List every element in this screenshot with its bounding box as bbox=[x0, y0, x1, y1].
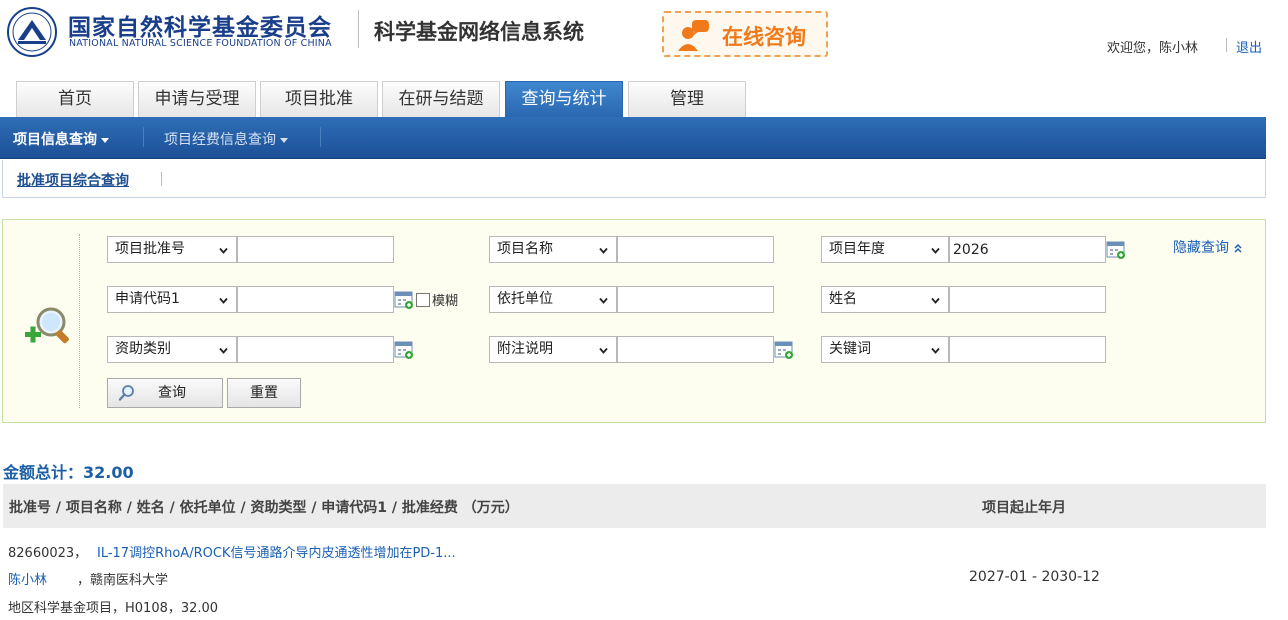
fuzzy-checkbox[interactable] bbox=[416, 293, 430, 307]
select-value: 附注说明 bbox=[497, 341, 553, 357]
chevron-down-icon bbox=[931, 247, 940, 254]
header: 国家自然科学基金委员会 NATIONAL NATURAL SCIENCE FOU… bbox=[0, 0, 1288, 80]
apply-code-input[interactable] bbox=[237, 286, 394, 313]
notes-input[interactable] bbox=[617, 336, 774, 363]
organization: ，赣南医科大学 bbox=[77, 573, 169, 588]
subnav-project-info-query[interactable]: 项目信息查询 bbox=[13, 129, 109, 149]
tab-application[interactable]: 申请与受理 bbox=[138, 81, 256, 117]
caret-down-icon bbox=[101, 137, 109, 143]
select-value: 项目批准号 bbox=[115, 241, 185, 257]
panel-divider bbox=[79, 234, 80, 408]
chevron-down-icon bbox=[219, 247, 228, 254]
chevron-down-icon bbox=[219, 347, 228, 354]
project-name-input[interactable] bbox=[617, 236, 774, 263]
header-separator bbox=[1226, 38, 1227, 52]
query-label: 查询 bbox=[158, 385, 186, 401]
field-select-keyword[interactable]: 关键词 bbox=[821, 336, 949, 363]
chevron-down-icon bbox=[931, 297, 940, 304]
chevron-down-icon bbox=[219, 297, 228, 304]
fuzzy-label: 模糊 bbox=[432, 294, 459, 309]
header-divider bbox=[358, 10, 359, 48]
person-link[interactable]: 陈小林 bbox=[8, 569, 47, 588]
breadcrumb-separator bbox=[161, 172, 162, 186]
select-value: 关键词 bbox=[829, 341, 871, 357]
reset-button[interactable]: 重置 bbox=[227, 378, 301, 408]
tab-approval[interactable]: 项目批准 bbox=[260, 81, 378, 117]
tab-home[interactable]: 首页 bbox=[16, 81, 134, 117]
org-input[interactable] bbox=[617, 286, 774, 313]
table-row: 82660023， IL-17调控RhoA/ROCK信号通路介导内皮通透性增加在… bbox=[3, 530, 1266, 620]
query-button[interactable]: 查询 bbox=[107, 378, 223, 408]
keyword-input[interactable] bbox=[949, 336, 1106, 363]
breadcrumb-approved-query[interactable]: 批准项目综合查询 bbox=[17, 170, 129, 190]
name-input[interactable] bbox=[949, 286, 1106, 313]
project-title-link[interactable]: IL-17调控RhoA/ROCK信号通路介导内皮通透性增加在PD-1... bbox=[97, 542, 456, 561]
field-select-name[interactable]: 姓名 bbox=[821, 286, 949, 313]
select-value: 姓名 bbox=[829, 291, 857, 307]
subnav-divider bbox=[143, 127, 144, 147]
select-value: 申请代码1 bbox=[115, 291, 180, 307]
project-year-input[interactable] bbox=[949, 236, 1106, 263]
funding-info: 地区科学基金项目，H0108，32.00 bbox=[8, 601, 219, 616]
org-name-cn: 国家自然科学基金委员会 bbox=[68, 15, 332, 41]
amount-total: 金额总计：32.00 bbox=[3, 463, 134, 482]
calendar-icon[interactable] bbox=[774, 340, 794, 360]
magnifier-icon bbox=[25, 307, 69, 344]
welcome-text: 欢迎您，陈小林 bbox=[1107, 41, 1199, 56]
field-select-apply-code[interactable]: 申请代码1 bbox=[107, 286, 237, 313]
tab-ongoing[interactable]: 在研与结题 bbox=[382, 81, 500, 117]
calendar-icon[interactable] bbox=[394, 340, 414, 360]
field-select-org[interactable]: 依托单位 bbox=[489, 286, 617, 313]
chevron-down-icon bbox=[599, 347, 608, 354]
select-value: 依托单位 bbox=[497, 291, 553, 307]
logout-link[interactable]: 退出 bbox=[1236, 37, 1262, 56]
tab-manage[interactable]: 管理 bbox=[628, 81, 746, 117]
calendar-icon[interactable] bbox=[1106, 240, 1126, 260]
chevron-down-icon bbox=[599, 247, 608, 254]
double-chevron-up-icon bbox=[1234, 243, 1242, 253]
field-select-project-year[interactable]: 项目年度 bbox=[821, 236, 949, 263]
consult-label: 在线咨询 bbox=[722, 25, 806, 49]
breadcrumb: 批准项目综合查询 bbox=[2, 160, 1266, 198]
system-title: 科学基金网络信息系统 bbox=[374, 20, 584, 44]
column-header-period: 项目起止年月 bbox=[982, 500, 1066, 516]
field-select-notes[interactable]: 附注说明 bbox=[489, 336, 617, 363]
field-select-approval-no[interactable]: 项目批准号 bbox=[107, 236, 237, 263]
calendar-icon[interactable] bbox=[394, 290, 414, 310]
online-consult-button[interactable]: 在线咨询 bbox=[662, 11, 828, 57]
hide-query-label: 隐藏查询 bbox=[1173, 240, 1229, 256]
select-value: 资助类别 bbox=[115, 341, 171, 357]
search-panel: 项目批准号 项目名称 项目年度 隐藏查询 申请代码1 模糊 依托单位 bbox=[2, 219, 1266, 423]
hide-query-link[interactable]: 隐藏查询 bbox=[1173, 237, 1243, 257]
subnav-funding-info-query[interactable]: 项目经费信息查询 bbox=[164, 129, 288, 149]
field-select-project-name[interactable]: 项目名称 bbox=[489, 236, 617, 263]
subnav-label: 项目经费信息查询 bbox=[164, 132, 276, 148]
subnav-label: 项目信息查询 bbox=[13, 132, 97, 148]
select-value: 项目年度 bbox=[829, 241, 885, 257]
caret-down-icon bbox=[280, 137, 288, 143]
field-select-funding-type[interactable]: 资助类别 bbox=[107, 336, 237, 363]
chevron-down-icon bbox=[599, 297, 608, 304]
search-icon bbox=[118, 385, 134, 401]
approval-no: 82660023， bbox=[8, 546, 88, 561]
org-name-en: NATIONAL NATURAL SCIENCE FOUNDATION OF C… bbox=[69, 38, 332, 49]
project-period: 2027-01 - 2030-12 bbox=[969, 569, 1100, 585]
select-value: 项目名称 bbox=[497, 241, 553, 257]
column-header-main: 批准号 / 项目名称 / 姓名 / 依托单位 / 资助类型 / 申请代码1 / … bbox=[9, 500, 519, 516]
chat-person-icon bbox=[678, 20, 709, 51]
funding-type-input[interactable] bbox=[237, 336, 394, 363]
approval-no-input[interactable] bbox=[237, 236, 394, 263]
nsfc-emblem-icon bbox=[7, 7, 57, 57]
sub-navigation: 项目信息查询 项目经费信息查询 bbox=[0, 117, 1266, 159]
results-table-header: 批准号 / 项目名称 / 姓名 / 依托单位 / 资助类型 / 申请代码1 / … bbox=[3, 484, 1266, 528]
chevron-down-icon bbox=[931, 347, 940, 354]
tab-query-statistics[interactable]: 查询与统计 bbox=[505, 81, 623, 118]
subnav-divider bbox=[320, 127, 321, 147]
